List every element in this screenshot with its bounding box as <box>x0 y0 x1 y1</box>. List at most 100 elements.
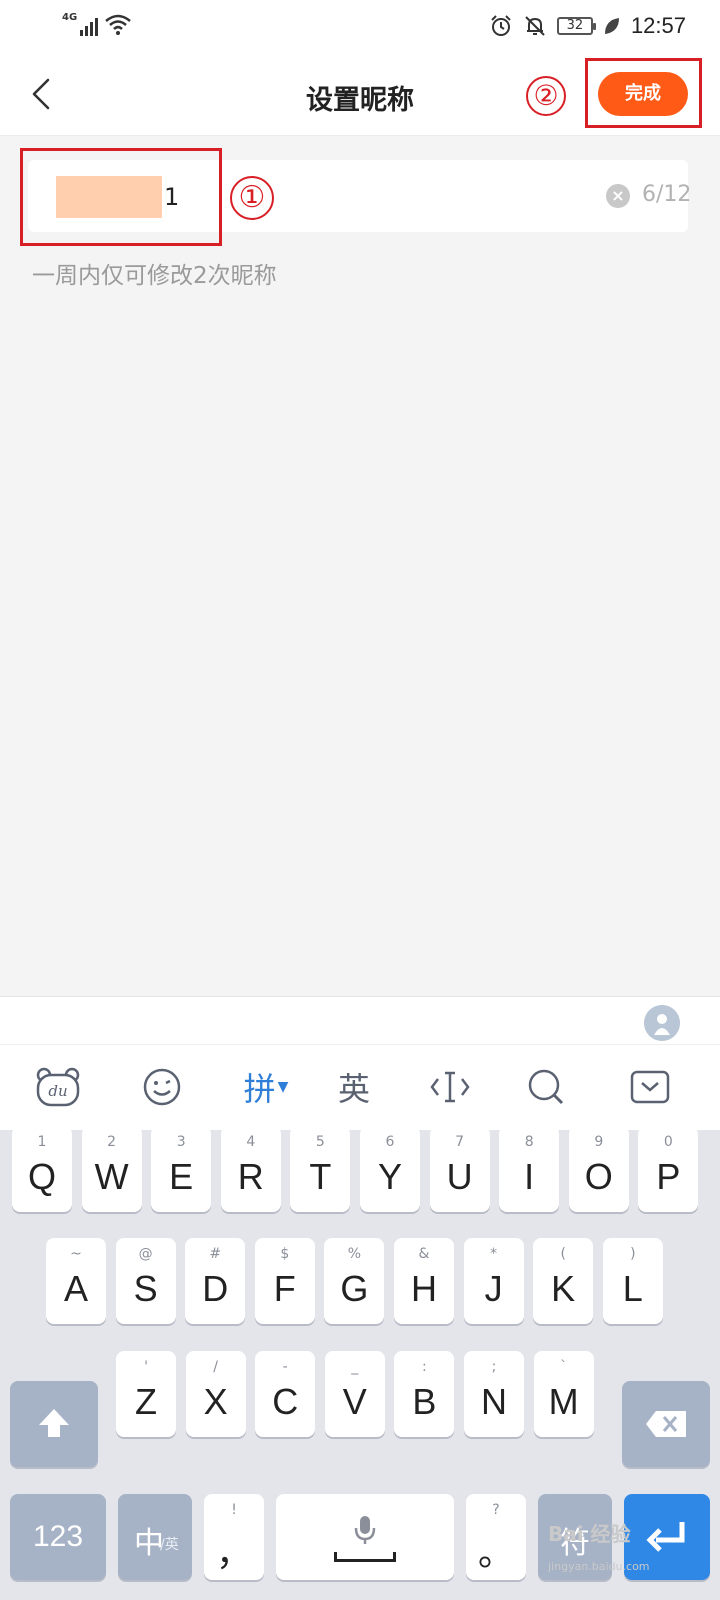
key-label: N <box>481 1381 507 1422</box>
signal-icon <box>80 14 98 36</box>
key-label: L <box>622 1268 643 1309</box>
key-w[interactable]: 2W <box>81 1126 142 1212</box>
emoji-icon[interactable] <box>140 1063 184 1111</box>
leaf-icon <box>604 18 619 34</box>
key-sub-label: 3 <box>176 1134 186 1150</box>
key-v[interactable]: _ V <box>324 1351 385 1437</box>
key-label: X <box>203 1381 228 1422</box>
watermark-logo: Bai 经验 <box>548 1522 631 1546</box>
key-k[interactable]: (K <box>533 1238 594 1324</box>
battery-icon: 32 <box>556 17 596 35</box>
key-label: A <box>63 1268 88 1309</box>
key-sub-label: ~ <box>70 1246 82 1262</box>
key-p[interactable]: 0P <box>638 1126 699 1212</box>
key-label: I <box>524 1156 535 1197</box>
shift-key[interactable] <box>10 1381 98 1467</box>
key-sub-label: 8 <box>524 1134 534 1150</box>
wifi-icon <box>105 14 131 35</box>
key-sub-label: ; <box>491 1359 497 1375</box>
key-t[interactable]: 5T <box>290 1126 351 1212</box>
annotation-number-2: ② <box>526 76 566 116</box>
key-label: Z <box>135 1381 157 1422</box>
key-label: Y <box>377 1156 402 1197</box>
key-sub-label: ) <box>630 1246 636 1262</box>
key-sub-label: 4 <box>246 1134 256 1150</box>
key-label: B <box>412 1381 437 1422</box>
key-z[interactable]: ' Z <box>116 1351 176 1437</box>
key-j[interactable]: * J <box>463 1238 524 1324</box>
mute-bell-icon <box>525 16 545 36</box>
key-r[interactable]: 4R <box>220 1126 281 1212</box>
zh-en-switch-key[interactable]: 中 /英 <box>118 1494 192 1580</box>
english-mode[interactable]: 英 <box>334 1063 374 1111</box>
key-label: C <box>272 1381 299 1422</box>
period-key[interactable]: ? 。 <box>466 1494 526 1580</box>
network-type: 4G <box>62 12 78 23</box>
zh-key-label: 中 <box>134 1527 164 1560</box>
search-icon[interactable] <box>524 1063 568 1111</box>
key-l[interactable]: ) L <box>602 1238 663 1324</box>
key-label: F <box>273 1268 296 1309</box>
key-label: R <box>237 1156 264 1197</box>
key-sub-label: # <box>209 1246 222 1262</box>
key-sub-label: ' <box>144 1359 148 1375</box>
key-sub-label: % <box>347 1246 362 1262</box>
key-d[interactable]: # D <box>185 1238 246 1324</box>
key-i[interactable]: 8I <box>499 1126 560 1212</box>
key-label: O <box>584 1156 613 1197</box>
annotation-number-1: ① <box>230 176 274 220</box>
key-sub-label: - <box>282 1359 288 1375</box>
key-label: V <box>342 1381 367 1422</box>
key-n[interactable]: ; N <box>464 1351 524 1437</box>
comma-key-sub: ! <box>231 1502 237 1518</box>
en-key-sublabel: /英 <box>160 1537 179 1553</box>
key-sub-label: 6 <box>385 1134 395 1150</box>
backspace-key[interactable] <box>622 1381 710 1467</box>
key-x[interactable]: / X <box>185 1351 246 1437</box>
key-o[interactable]: 9O <box>568 1126 629 1212</box>
key-label: H <box>411 1268 437 1309</box>
hint-text: 一周内仅可修改2次昵称 <box>32 263 277 289</box>
assistant-avatar-icon[interactable] <box>644 1005 680 1041</box>
key-sub-label: * <box>490 1246 498 1262</box>
key-sub-label: _ <box>351 1359 359 1375</box>
key-sub-label: @ <box>138 1246 153 1262</box>
char-counter: 6/12 <box>642 182 692 207</box>
key-a[interactable]: ~ A <box>46 1238 106 1324</box>
key-g[interactable]: % G <box>324 1238 385 1324</box>
comma-key[interactable]: ! ， <box>204 1494 264 1580</box>
key-u[interactable]: 7U <box>429 1126 490 1212</box>
keyboard-suggestion-bar <box>0 996 720 1044</box>
key-sub-label: 0 <box>663 1134 673 1150</box>
pinyin-label: 拼 <box>243 1070 276 1108</box>
key-h[interactable]: & H <box>394 1238 454 1324</box>
keyboard-toolbar: du 拼 ▼ 英 <box>0 1044 720 1130</box>
key-sub-label: 7 <box>455 1134 465 1150</box>
dropdown-caret-icon: ▼ <box>277 1079 289 1095</box>
key-f[interactable]: $ F <box>254 1238 315 1324</box>
key-y[interactable]: 6Y <box>360 1126 420 1212</box>
space-key[interactable] <box>276 1494 454 1580</box>
key-sub-label: ` <box>560 1359 568 1375</box>
key-sub-label: 1 <box>37 1134 47 1150</box>
key-s[interactable]: @ S <box>115 1238 176 1324</box>
key-e[interactable]: 3E <box>151 1126 212 1212</box>
key-m[interactable]: ` M <box>533 1351 594 1437</box>
collapse-keyboard-icon[interactable] <box>628 1063 672 1111</box>
key-label: J <box>484 1268 503 1309</box>
comma-key-label: ， <box>215 1532 252 1573</box>
pinyin-mode[interactable]: 拼 ▼ <box>238 1063 294 1111</box>
key-sub-label: 9 <box>594 1134 604 1150</box>
du-bear-icon[interactable]: du <box>34 1063 82 1111</box>
key-sub-label: / <box>213 1359 218 1375</box>
key-c[interactable]: -C <box>255 1351 316 1437</box>
clear-icon[interactable]: × <box>606 184 630 208</box>
key-q[interactable]: 1Q <box>12 1126 72 1212</box>
period-key-label: 。 <box>477 1532 514 1573</box>
numbers-key[interactable]: 123 <box>10 1494 106 1580</box>
key-b[interactable]: :B <box>394 1351 455 1437</box>
key-label: W <box>94 1156 129 1197</box>
key-sub-label: $ <box>280 1246 290 1262</box>
cursor-icon[interactable] <box>428 1063 472 1111</box>
key-label: G <box>340 1268 369 1309</box>
